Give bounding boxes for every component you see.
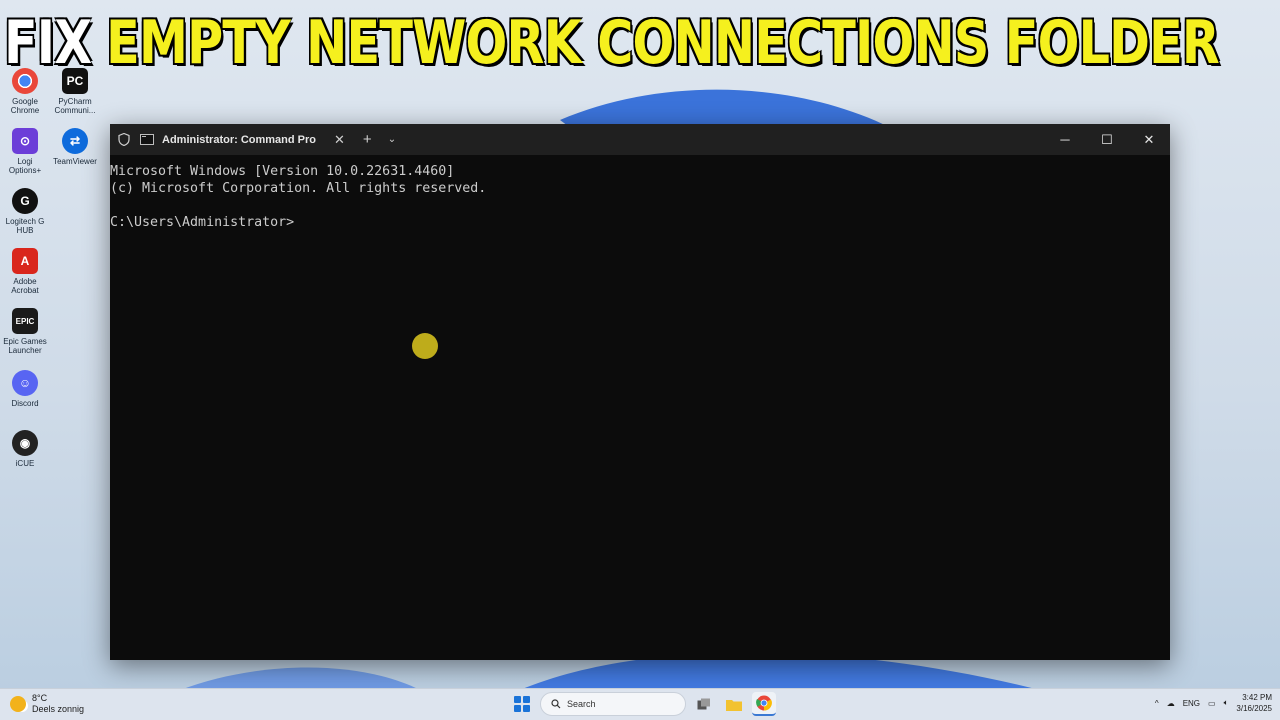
file-explorer-button[interactable] <box>722 692 746 716</box>
system-tray: ^ ☁ ENG ▭ 🔈︎ 3:42 PM 3/16/2025 <box>1155 692 1272 714</box>
pycharm-icon: PC <box>62 68 88 94</box>
desktop-icon-logi-options[interactable]: ⊙ Logi Options+ <box>2 128 48 175</box>
task-view-icon <box>697 698 710 710</box>
tab-command-prompt[interactable]: Administrator: Command Pro ✕ <box>138 124 353 155</box>
start-button[interactable] <box>510 692 534 716</box>
chrome-icon <box>756 695 772 711</box>
banner-title-text: EMPTY NETWORK CONNECTIONS FOLDER <box>106 8 1220 78</box>
terminal-output[interactable]: Microsoft Windows [Version 10.0.22631.44… <box>110 155 1170 231</box>
weather-icon <box>10 696 26 712</box>
desktop-icon-label: iCUE <box>15 459 35 468</box>
network-icon[interactable]: ▭ <box>1208 699 1216 708</box>
terminal-titlebar[interactable]: Administrator: Command Pro ✕ + ⌄ ─ ☐ ✕ <box>110 124 1170 155</box>
onedrive-icon[interactable]: ☁ <box>1167 699 1175 708</box>
logi-options-icon: ⊙ <box>12 128 38 154</box>
shield-icon <box>110 133 138 146</box>
clock[interactable]: 3:42 PM 3/16/2025 <box>1236 692 1272 714</box>
tab-close-icon[interactable]: ✕ <box>334 132 345 148</box>
clock-date: 3/16/2025 <box>1236 704 1272 713</box>
terminal-window[interactable]: Administrator: Command Pro ✕ + ⌄ ─ ☐ ✕ M… <box>110 124 1170 660</box>
tab-title: Administrator: Command Pro <box>162 133 317 146</box>
volume-icon[interactable]: 🔈︎ <box>1224 698 1229 708</box>
acrobat-icon: A <box>12 248 38 274</box>
desktop-icon-icue[interactable]: ◉ iCUE <box>2 430 48 468</box>
task-view-button[interactable] <box>692 692 716 716</box>
maximize-button[interactable]: ☐ <box>1086 132 1128 148</box>
logitech-ghub-icon: G <box>12 188 38 214</box>
folder-icon <box>726 699 742 711</box>
icue-icon: ◉ <box>12 430 38 456</box>
desktop-icon-label: Adobe Acrobat <box>11 277 39 295</box>
desktop-icon-pycharm[interactable]: PC PyCharm Communi... <box>52 68 98 115</box>
desktop-icon-acrobat[interactable]: A Adobe Acrobat <box>2 248 48 295</box>
desktop-icon-discord[interactable]: ☺ Discord <box>2 370 48 408</box>
title-banner: FIX EMPTY NETWORK CONNECTIONS FOLDER <box>0 0 1280 86</box>
desktop-icon-logitech-ghub[interactable]: G Logitech G HUB <box>2 188 48 235</box>
weather-temp: 8°C <box>32 693 48 703</box>
minimize-button[interactable]: ─ <box>1044 132 1086 148</box>
desktop-icon-label: Logi Options+ <box>8 157 42 175</box>
terminal-line: (c) Microsoft Corporation. All rights re… <box>110 181 487 196</box>
taskbar-search[interactable]: Search <box>540 692 686 716</box>
discord-icon: ☺ <box>12 370 38 396</box>
search-placeholder: Search <box>567 699 596 709</box>
desktop-icon-teamviewer[interactable]: ⇄ TeamViewer <box>52 128 98 166</box>
terminal-line: Microsoft Windows [Version 10.0.22631.44… <box>110 164 455 179</box>
terminal-prompt: C:\Users\Administrator> <box>110 215 295 230</box>
new-tab-button[interactable]: + <box>353 131 382 148</box>
desktop-icon-chrome[interactable]: Google Chrome <box>2 68 48 115</box>
language-indicator[interactable]: ENG <box>1183 699 1200 708</box>
desktop-icon-epic-games[interactable]: EPIC Epic Games Launcher <box>2 308 48 355</box>
cursor-highlight <box>412 333 438 359</box>
clock-time: 3:42 PM <box>1242 693 1272 702</box>
tray-chevron-icon[interactable]: ^ <box>1155 699 1159 708</box>
desktop-icon-label: Google Chrome <box>10 97 40 115</box>
desktop-icon-label: PyCharm Communi... <box>54 97 96 115</box>
desktop-icon-label: Logitech G HUB <box>5 217 45 235</box>
weather-desc: Deels zonnig <box>32 704 85 714</box>
taskbar: 8°C Deels zonnig Search ^ ☁ ENG ▭ 🔈︎ 3:4… <box>0 688 1280 720</box>
tab-dropdown-button[interactable]: ⌄ <box>382 134 402 145</box>
chrome-taskbar-button[interactable] <box>752 692 776 716</box>
close-button[interactable]: ✕ <box>1128 132 1170 148</box>
desktop-icon-label: TeamViewer <box>53 157 97 166</box>
epic-games-icon: EPIC <box>12 308 38 334</box>
desktop-icon-label: Epic Games Launcher <box>3 337 47 355</box>
teamviewer-icon: ⇄ <box>62 128 88 154</box>
chrome-icon <box>12 68 38 94</box>
terminal-icon <box>140 134 154 145</box>
search-icon <box>551 699 561 709</box>
weather-widget[interactable]: 8°C Deels zonnig <box>10 693 84 715</box>
desktop-icon-label: Discord <box>11 399 39 408</box>
